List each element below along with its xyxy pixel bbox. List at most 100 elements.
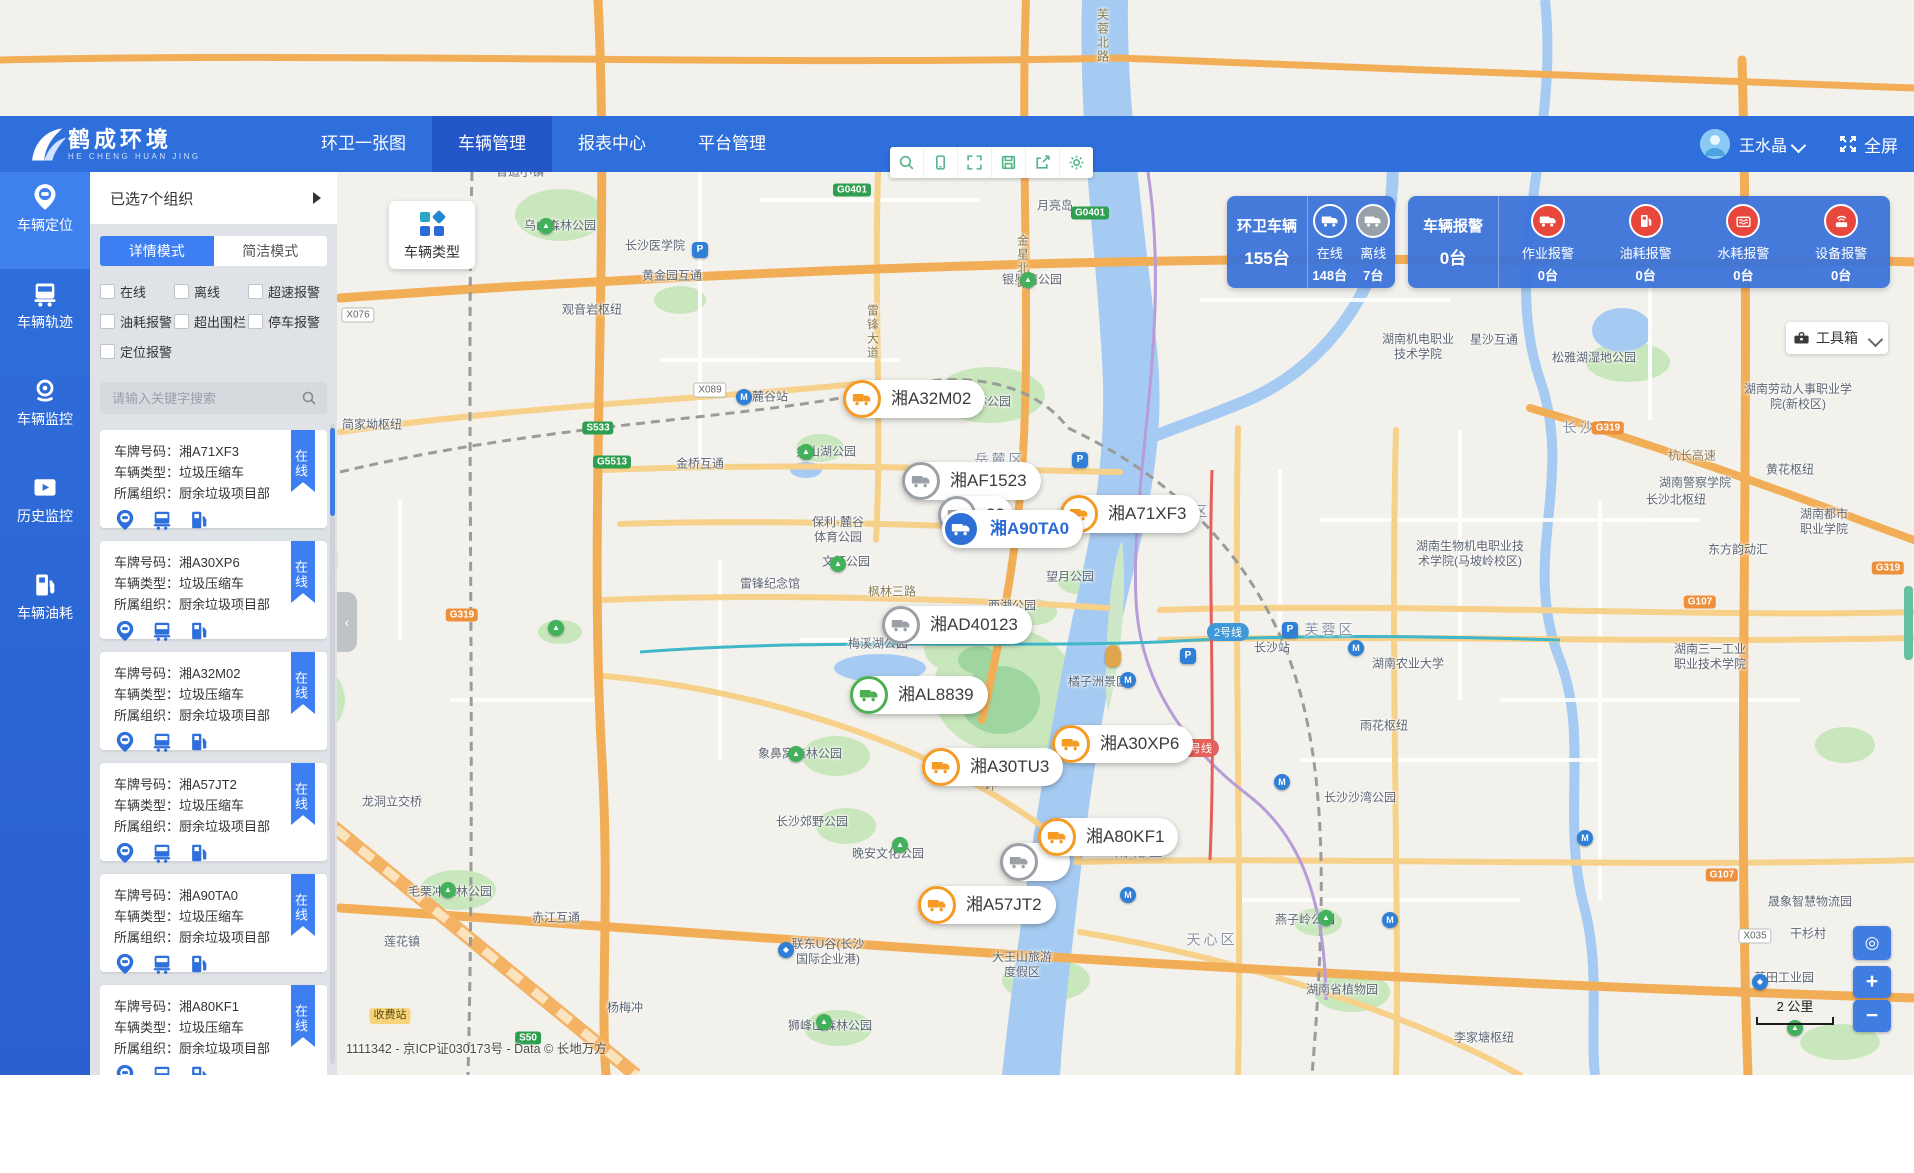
road-shield: X089 [693,383,726,398]
user-avatar[interactable] [1700,129,1730,159]
checkbox[interactable] [100,314,115,329]
expand-icon[interactable] [957,147,991,178]
fuel-alarm-stat[interactable]: 油耗报警 0台 [1597,196,1695,288]
vehicle-card[interactable]: 车牌号码：湘A32M02 车辆类型：垃圾压缩车 所属组织：厨余垃圾项目部 在线 [100,652,327,750]
alarm-stats-panel: 车辆报警 0台 作业报警 0台 油耗报警 0台 水耗报警 0台 设备报警 0台 [1408,196,1890,288]
fuel-vehicle-icon[interactable] [188,509,210,531]
locate-vehicle-icon[interactable] [114,509,136,531]
vehicle-type-button[interactable]: 车辆类型 [389,201,475,269]
vehicle-card[interactable]: 车牌号码：湘A80KF1 车辆类型：垃圾压缩车 所属组织：厨余垃圾项目部 在线 [100,985,327,1075]
zoom-search-icon[interactable] [890,147,923,178]
sidebar-item-vehicle-fuel[interactable]: 车辆油耗 [0,560,90,657]
panel-scrollbar-thumb[interactable] [330,428,335,516]
online-stat[interactable]: 在线 148台 [1308,196,1352,288]
vehicle-card[interactable]: 车牌号码：湘A71XF3 车辆类型：垃圾压缩车 所属组织：厨余垃圾项目部 在线 [100,430,327,528]
checkbox[interactable] [248,314,263,329]
sidebar-item-vehicle-monitor[interactable]: 车辆监控 [0,366,90,463]
fuel-vehicle-icon[interactable] [188,953,210,975]
search-icon[interactable] [301,390,317,406]
device-icon[interactable] [923,147,957,178]
tab-simple-mode[interactable]: 简洁模式 [214,236,328,266]
settings-gear-icon[interactable] [1059,147,1093,178]
track-vehicle-icon[interactable] [151,953,173,975]
sidebar-item-vehicle-track[interactable]: 车辆轨迹 [0,269,90,366]
filter-checkbox-item[interactable]: 离线 [174,282,248,301]
map-poi-icon [778,942,794,958]
work-alarm-stat[interactable]: 作业报警 0台 [1499,196,1597,288]
vehicle-marker[interactable]: 湘AF1523 [902,462,1041,500]
vehicle-marker[interactable]: 湘A30TU3 [922,748,1063,786]
zoom-in-button[interactable]: + [1853,966,1891,998]
vehicle-marker[interactable]: 湘A80KF1 [1038,818,1178,856]
locate-vehicle-icon[interactable] [114,1064,136,1075]
sidebar-item-history-monitor[interactable]: 历史监控 [0,463,90,560]
page-scrollbar-thumb[interactable] [1904,586,1913,660]
map-poi-icon [1105,645,1121,667]
device-alarm-stat[interactable]: 设备报警 0台 [1792,196,1890,288]
filter-checkbox-item[interactable]: 油耗报警 [100,312,174,331]
locate-vehicle-icon[interactable] [114,620,136,642]
checkbox[interactable] [174,314,189,329]
tab-detail-mode[interactable]: 详情模式 [100,236,214,266]
nav-tab-overview[interactable]: 环卫一张图 [295,116,432,172]
mode-tabs: 详情模式 简洁模式 [100,236,327,266]
map-place-label: 长沙医学院 [625,239,685,254]
chevron-down-icon[interactable] [1791,137,1807,153]
locate-vehicle-icon[interactable] [114,842,136,864]
fuel-vehicle-icon[interactable] [188,1064,210,1075]
vehicle-card[interactable]: 车牌号码：湘A57JT2 车辆类型：垃圾压缩车 所属组织：厨余垃圾项目部 在线 [100,763,327,861]
checkbox[interactable] [174,284,189,299]
nav-tab-report-center[interactable]: 报表中心 [552,116,672,172]
track-vehicle-icon[interactable] [151,509,173,531]
fuel-vehicle-icon[interactable] [188,731,210,753]
fuel-vehicle-icon[interactable] [188,620,210,642]
panel-scrollbar-track[interactable] [330,424,335,1064]
org-selector[interactable]: 已选7个组织 [90,172,337,224]
map-scale-bar: 2 公里 [1756,996,1834,1025]
work-alarm-truck-icon [1531,204,1565,238]
sidebar-item-vehicle-location[interactable]: 车辆定位 [0,172,90,269]
track-vehicle-icon[interactable] [151,842,173,864]
filter-checkbox-item[interactable]: 超出围栏 [174,312,248,331]
toolbox-label: 工具箱 [1816,328,1858,348]
filter-checkbox-item[interactable]: 在线 [100,282,174,301]
offline-stat[interactable]: 离线 7台 [1352,196,1396,288]
locate-button[interactable]: ◎ [1853,926,1891,960]
search-input[interactable] [110,390,301,407]
vehicle-marker[interactable]: 湘AL8839 [850,676,988,714]
save-icon[interactable] [991,147,1025,178]
track-vehicle-icon[interactable] [151,620,173,642]
filter-checkbox-item[interactable]: 超速报警 [248,282,322,301]
zoom-out-button[interactable]: − [1853,1000,1891,1032]
filter-checkbox-item[interactable]: 停车报警 [248,312,322,331]
road-shield: G0401 [1071,207,1109,220]
user-name[interactable]: 王水晶 [1739,132,1787,156]
road-shield: G319 [1872,562,1904,575]
vehicle-marker[interactable]: 湘A32M02 [843,380,985,418]
panel-collapse-handle[interactable]: ‹ [337,592,357,652]
checkbox[interactable] [248,284,263,299]
vehicle-card[interactable]: 车牌号码：湘A30XP6 车辆类型：垃圾压缩车 所属组织：厨余垃圾项目部 在线 [100,541,327,639]
map-place-label: 松雅湖湿地公园 [1552,351,1636,366]
vehicle-marker[interactable]: 湘AD40123 [882,606,1032,644]
locate-vehicle-icon[interactable] [114,731,136,753]
fullscreen-button[interactable]: 全屏 [1838,132,1898,157]
checkbox[interactable] [100,284,115,299]
locate-vehicle-icon[interactable] [114,953,136,975]
vehicle-marker[interactable]: 湘A90TA0 [942,510,1083,548]
export-icon[interactable] [1025,147,1059,178]
track-vehicle-icon[interactable] [151,731,173,753]
nav-tab-platform-mgmt[interactable]: 平台管理 [672,116,792,172]
toolbox-button[interactable]: 工具箱 [1786,322,1888,354]
vehicle-marker[interactable]: 湘A57JT2 [918,886,1056,924]
map-place-label: 雷锋大道 [865,304,880,360]
track-vehicle-icon[interactable] [151,1064,173,1075]
checkbox[interactable] [100,344,115,359]
vehicle-card[interactable]: 车牌号码：湘A90TA0 车辆类型：垃圾压缩车 所属组织：厨余垃圾项目部 在线 [100,874,327,972]
water-alarm-stat[interactable]: 水耗报警 0台 [1695,196,1793,288]
metro-line-tag: 2号线 [1207,623,1249,641]
nav-tab-vehicle-mgmt[interactable]: 车辆管理 [432,116,552,172]
vehicle-marker[interactable]: 湘A30XP6 [1052,725,1193,763]
fuel-vehicle-icon[interactable] [188,842,210,864]
filter-checkbox-item[interactable]: 定位报警 [100,342,174,361]
